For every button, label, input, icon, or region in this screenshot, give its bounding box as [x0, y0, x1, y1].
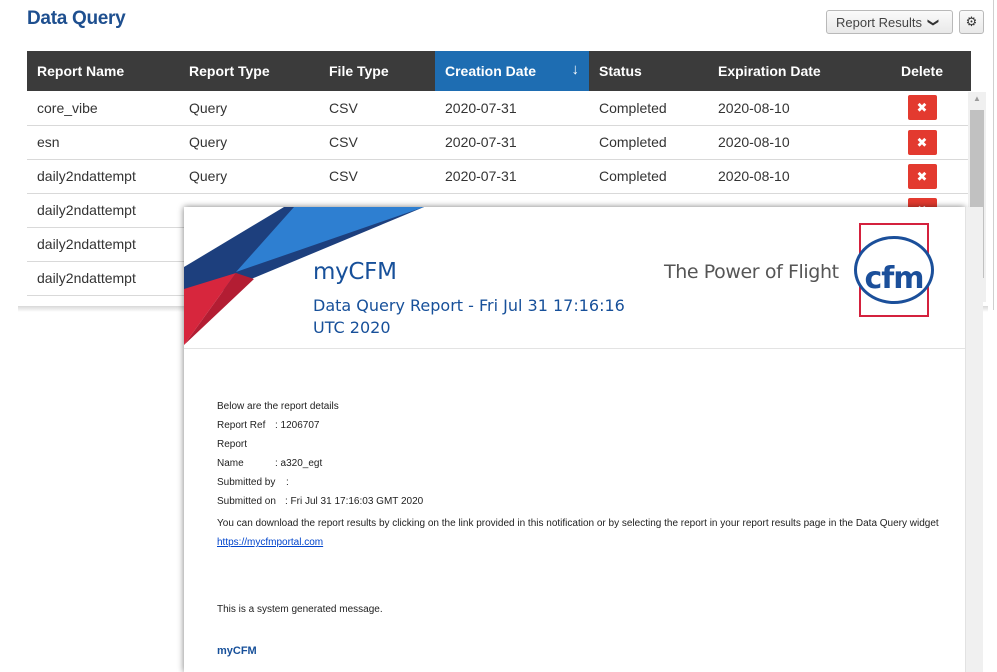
delete-button[interactable]: ✖: [907, 163, 937, 189]
table-row[interactable]: core_vibe Query CSV 2020-07-31 Completed…: [27, 91, 971, 126]
submitted-on-label: Submitted on: [217, 496, 276, 507]
report-details: Below are the report details Report Ref:…: [217, 397, 423, 511]
column-header-file-type[interactable]: File Type: [319, 51, 435, 91]
submitted-on-line: Submitted on : Fri Jul 31 17:16:03 GMT 20…: [217, 492, 423, 511]
cell-delete: ✖: [873, 125, 971, 160]
submitted-on-value: : Fri Jul 31 17:16:03 GMT 2020: [285, 496, 424, 507]
email-scrollbar[interactable]: [965, 207, 983, 672]
widget-title: Data Query: [27, 8, 126, 29]
cell-report-name: esn: [27, 125, 179, 160]
column-header-expiration-date[interactable]: Expiration Date: [708, 51, 873, 91]
system-message: This is a system generated message.: [217, 604, 383, 615]
cell-file-type: CSV: [319, 125, 435, 160]
cell-file-type: CSV: [319, 159, 435, 194]
email-subtitle: Data Query Report - Fri Jul 31 17:16:16 …: [313, 296, 625, 337]
column-header-creation-date[interactable]: Creation Date ↓: [435, 51, 589, 91]
details-intro: Below are the report details: [217, 401, 339, 412]
chevron-down-icon: ❯: [927, 17, 940, 27]
email-brand: myCFM: [313, 259, 397, 285]
email-tagline: The Power of Flight: [664, 261, 839, 283]
cell-report-name: daily2ndattempt: [27, 261, 179, 296]
widget-border: [993, 0, 994, 310]
email-header: myCFM Data Query Report - Fri Jul 31 17:…: [184, 207, 965, 349]
cell-file-type: CSV: [319, 91, 435, 126]
report-results-button[interactable]: Report Results ❯: [826, 10, 953, 34]
portal-link[interactable]: https://mycfmportal.com: [217, 537, 323, 548]
cell-report-name: daily2ndattempt: [27, 193, 179, 228]
cell-expiration-date: 2020-08-10: [708, 159, 873, 194]
download-text: You can download the report results by c…: [217, 518, 939, 529]
column-header-status[interactable]: Status: [589, 51, 708, 91]
cell-report-name: daily2ndattempt: [27, 159, 179, 194]
cell-delete: ✖: [873, 159, 971, 194]
logo-circle: cfm: [854, 236, 934, 304]
cell-creation-date: 2020-07-31: [435, 159, 589, 194]
delete-button[interactable]: ✖: [907, 95, 937, 121]
cell-creation-date: 2020-07-31: [435, 91, 589, 126]
cell-report-name: daily2ndattempt: [27, 227, 179, 262]
report-ref-label: Report Ref: [217, 420, 266, 431]
cell-report-name: core_vibe: [27, 91, 179, 126]
report-ref-value: : 1206707: [275, 420, 320, 431]
submitted-by-line: Submitted by:: [217, 473, 423, 492]
report-results-label: Report Results: [836, 14, 922, 30]
column-header-report-name[interactable]: Report Name: [27, 51, 179, 91]
report-name-value: : a320_egt: [275, 458, 323, 469]
submitted-by-label: Submitted by: [217, 477, 276, 488]
cell-report-type: Query: [179, 125, 319, 160]
delete-button[interactable]: ✖: [907, 129, 937, 155]
column-header-delete: Delete: [873, 51, 971, 91]
table-row[interactable]: daily2ndattempt Query CSV 2020-07-31 Com…: [27, 159, 971, 194]
cell-creation-date: 2020-07-31: [435, 125, 589, 160]
cell-status: Completed: [589, 125, 708, 160]
table-header-row: Report Name Report Type File Type Creati…: [27, 51, 971, 91]
cell-delete: ✖: [873, 91, 971, 126]
cell-report-type: Query: [179, 159, 319, 194]
table-row[interactable]: esn Query CSV 2020-07-31 Completed 2020-…: [27, 125, 971, 160]
submitted-by-value: :: [286, 477, 289, 488]
cell-expiration-date: 2020-08-10: [708, 91, 873, 126]
email-notification: myCFM Data Query Report - Fri Jul 31 17:…: [184, 207, 965, 672]
cell-report-type: Query: [179, 91, 319, 126]
logo-text: cfm: [864, 261, 924, 296]
report-name-line: Report Name : a320_egt: [217, 435, 423, 473]
gear-icon: ⚙: [965, 14, 978, 29]
cell-status: Completed: [589, 91, 708, 126]
column-header-report-type[interactable]: Report Type: [179, 51, 319, 91]
creation-date-label: Creation Date: [445, 63, 537, 79]
footer-brand: myCFM: [217, 645, 257, 657]
cell-status: Completed: [589, 159, 708, 194]
cfm-logo: cfm: [854, 223, 934, 317]
cell-expiration-date: 2020-08-10: [708, 125, 873, 160]
scroll-up-icon[interactable]: ▲: [968, 94, 986, 108]
report-ref-line: Report Ref : 1206707: [217, 416, 423, 435]
sort-desc-icon: ↓: [571, 61, 580, 78]
download-paragraph: You can download the report results by c…: [217, 514, 947, 552]
report-name-label: Report Name: [217, 439, 248, 469]
settings-button[interactable]: ⚙: [959, 10, 984, 34]
